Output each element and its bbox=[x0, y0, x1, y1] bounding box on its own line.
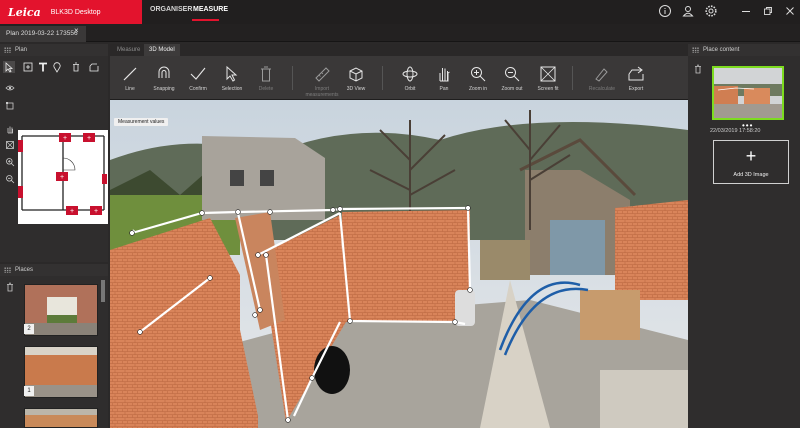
drag-grip-icon[interactable] bbox=[4, 47, 11, 53]
measure-toolbar: Line Snapping Confirm Selection Delete I… bbox=[110, 56, 688, 100]
3d-view-label: 3D View bbox=[346, 86, 366, 92]
delete-icon[interactable] bbox=[5, 282, 15, 292]
nav-measure[interactable]: MEASURE bbox=[193, 6, 228, 13]
tab-measure[interactable]: Measure bbox=[112, 44, 145, 56]
cube-icon bbox=[349, 67, 363, 82]
restore-icon[interactable] bbox=[762, 5, 774, 17]
thumbnail-date: 22/03/2019 17:58:20 bbox=[710, 128, 761, 134]
leica-logo: Leica bbox=[8, 5, 41, 19]
3d-view-button[interactable]: 3D View bbox=[336, 56, 376, 100]
delete-label: Delete bbox=[258, 86, 274, 92]
place-thumbnail[interactable] bbox=[24, 408, 98, 428]
places-panel-title: Places bbox=[15, 267, 34, 273]
floor-plan-drawing[interactable]: + + + + + bbox=[18, 130, 108, 224]
zoom-out-icon bbox=[505, 67, 520, 82]
settings-icon[interactable] bbox=[703, 3, 719, 19]
view-tabs: Measure 3D Model bbox=[110, 44, 688, 56]
toolbar-divider bbox=[382, 66, 383, 90]
drag-grip-icon[interactable] bbox=[692, 47, 699, 53]
zoom-in-icon bbox=[471, 67, 486, 82]
zoom-in-icon[interactable] bbox=[5, 157, 15, 167]
place-content-title: Place content bbox=[703, 47, 740, 53]
add-3d-image-label: Add 3D Image bbox=[733, 172, 769, 178]
user-icon[interactable] bbox=[680, 3, 696, 19]
screen-fit-button[interactable]: Screen fit bbox=[528, 56, 568, 100]
orbit-icon bbox=[402, 66, 418, 82]
place-content-header: Place content bbox=[688, 44, 800, 56]
app-logo: Leica BLK3D Desktop bbox=[0, 0, 142, 24]
place-thumbnail[interactable] bbox=[24, 284, 98, 336]
zoom-out-icon[interactable] bbox=[5, 174, 15, 184]
eye-icon[interactable] bbox=[5, 83, 15, 93]
screen-fit-icon bbox=[540, 66, 556, 82]
document-tab-bar: Plan 2019-03-22 173556 × bbox=[0, 24, 800, 42]
export-icon[interactable] bbox=[88, 61, 100, 73]
drag-grip-icon[interactable] bbox=[4, 267, 11, 273]
screen-fit-label: Screen fit bbox=[537, 86, 559, 92]
plan-marker[interactable]: + bbox=[87, 135, 91, 142]
pan-hand-icon[interactable] bbox=[5, 124, 15, 134]
export-label: Export bbox=[628, 86, 644, 92]
hand-icon bbox=[439, 68, 450, 82]
recalculate-icon bbox=[595, 68, 608, 82]
plan-marker[interactable]: + bbox=[60, 174, 64, 181]
export-icon bbox=[628, 66, 644, 81]
plan-marker[interactable]: + bbox=[63, 135, 67, 142]
place-content-panel: ••• 22/03/2019 17:58:20 + Add 3D Image bbox=[688, 56, 800, 428]
info-icon[interactable] bbox=[657, 3, 673, 19]
place-number: 2 bbox=[24, 324, 34, 334]
add-3d-image-button[interactable]: + Add 3D Image bbox=[713, 140, 789, 184]
active-nav-indicator bbox=[192, 19, 219, 21]
construction-site-photo bbox=[110, 100, 688, 428]
title-bar: Leica BLK3D Desktop ORGANISER MEASURE bbox=[0, 0, 800, 24]
add-area-icon[interactable] bbox=[22, 61, 34, 73]
places-panel: 2 1 bbox=[0, 276, 108, 428]
toolbar-divider bbox=[292, 66, 293, 90]
magnet-icon bbox=[158, 66, 170, 78]
plan-marker[interactable]: + bbox=[70, 208, 74, 215]
selection-cursor-icon bbox=[226, 65, 238, 82]
3d-image-thumbnail[interactable] bbox=[712, 66, 784, 120]
3d-viewport[interactable]: Measurement values bbox=[110, 100, 688, 428]
nav-organiser[interactable]: ORGANISER bbox=[150, 6, 192, 13]
tab-3d-model[interactable]: 3D Model bbox=[144, 44, 180, 56]
plan-panel-header: Plan bbox=[0, 44, 108, 56]
text-icon[interactable] bbox=[37, 61, 49, 73]
place-thumbnail[interactable] bbox=[24, 346, 98, 398]
delete-icon[interactable] bbox=[693, 64, 703, 74]
places-panel-header: Places bbox=[0, 264, 108, 276]
export-button[interactable]: Export bbox=[616, 56, 656, 100]
plan-marker[interactable]: + bbox=[94, 208, 98, 215]
toolbar-divider bbox=[572, 66, 573, 90]
delete-button[interactable]: Delete bbox=[246, 56, 286, 100]
zoom-out-button[interactable]: Zoom out bbox=[492, 56, 532, 100]
pin-icon[interactable] bbox=[51, 61, 63, 73]
add-icon: + bbox=[745, 146, 757, 166]
plan-panel-title: Plan bbox=[15, 47, 28, 53]
select-arrow-icon[interactable] bbox=[3, 61, 15, 73]
line-icon bbox=[123, 67, 137, 81]
checkmark-icon bbox=[190, 67, 206, 80]
app-name: BLK3D Desktop bbox=[50, 8, 101, 16]
trash-icon bbox=[261, 66, 271, 82]
place-number: 1 bbox=[24, 386, 34, 396]
crop-icon[interactable] bbox=[5, 101, 15, 111]
document-tab-close-icon[interactable]: × bbox=[74, 26, 79, 35]
places-scrollbar[interactable] bbox=[101, 280, 105, 302]
delete-icon[interactable] bbox=[70, 61, 82, 73]
measurement-values-toggle[interactable]: Measurement values bbox=[114, 118, 169, 126]
document-tab-title: Plan 2019-03-22 173556 bbox=[6, 30, 78, 37]
close-icon[interactable] bbox=[784, 5, 796, 17]
minimize-icon[interactable] bbox=[740, 5, 752, 17]
fit-screen-icon[interactable] bbox=[5, 140, 15, 150]
plan-panel: + + + + + bbox=[0, 56, 108, 262]
import-ruler-icon bbox=[315, 67, 330, 82]
